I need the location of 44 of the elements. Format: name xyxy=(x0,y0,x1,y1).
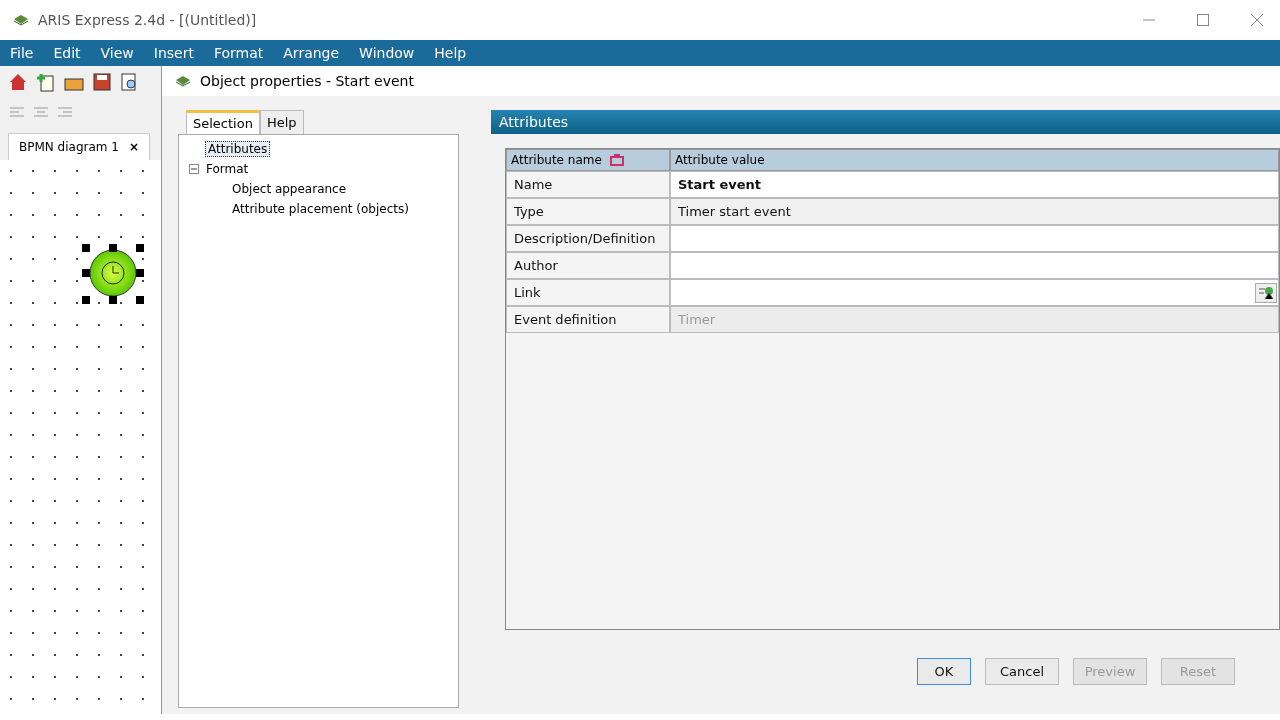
menu-item[interactable]: Edit xyxy=(53,45,81,61)
app-logo-icon xyxy=(174,74,192,88)
collapse-icon[interactable] xyxy=(189,164,199,174)
diagram-tab[interactable]: BPMN diagram 1 × xyxy=(8,133,151,160)
window-title: ARIS Express 2.4d - [(Untitled)] xyxy=(38,12,258,28)
menu-item[interactable]: Insert xyxy=(153,45,194,61)
link-picker-icon[interactable] xyxy=(1255,282,1277,303)
attribute-name-cell: Type xyxy=(506,198,670,225)
home-icon[interactable] xyxy=(8,72,28,92)
tree-item[interactable]: Attribute placement (objects) xyxy=(229,201,412,217)
dialog-tab[interactable]: Selection xyxy=(186,110,260,134)
tree-item[interactable]: Format xyxy=(203,161,252,177)
save-icon[interactable] xyxy=(92,72,112,92)
attribute-value-cell[interactable] xyxy=(670,279,1279,306)
tree-item[interactable]: Attributes xyxy=(205,141,271,157)
app-logo-icon xyxy=(12,13,30,27)
attribute-value-cell[interactable] xyxy=(670,252,1279,279)
dialog-button[interactable]: OK xyxy=(917,658,971,685)
menu-item[interactable]: Format xyxy=(213,45,264,61)
filter-icon[interactable] xyxy=(609,154,624,166)
panel-title: Attributes xyxy=(491,110,1280,134)
dialog-tab[interactable]: Help xyxy=(259,110,304,134)
attribute-name-cell: Description/Definition xyxy=(506,225,670,252)
attribute-value-cell[interactable]: Start event xyxy=(670,171,1279,198)
dialog-button[interactable]: Cancel xyxy=(985,658,1059,685)
attribute-value-cell[interactable] xyxy=(670,225,1279,252)
attribute-name-cell: Name xyxy=(506,171,670,198)
menu-item[interactable]: Help xyxy=(434,45,467,61)
attribute-value-cell[interactable]: Timer start event xyxy=(670,198,1279,225)
column-header: Attribute name xyxy=(506,149,670,171)
maximize-icon[interactable] xyxy=(1197,14,1209,26)
dialog-title: Object properties - Start event xyxy=(200,73,414,89)
attribute-name-cell: Event definition xyxy=(506,306,670,333)
menu-item[interactable]: File xyxy=(10,45,34,61)
tree-item[interactable]: Object appearance xyxy=(229,181,350,197)
attribute-name-cell: Author xyxy=(506,252,670,279)
menu-item[interactable]: Window xyxy=(359,45,415,61)
close-icon[interactable] xyxy=(1251,14,1263,26)
new-document-icon[interactable] xyxy=(36,72,56,92)
menu-item[interactable]: View xyxy=(100,45,134,61)
attribute-name-cell: Link xyxy=(506,279,670,306)
timer-event-drawing[interactable] xyxy=(80,242,146,306)
menu-item[interactable]: Arrange xyxy=(283,45,340,61)
column-header: Attribute value xyxy=(670,149,1279,171)
